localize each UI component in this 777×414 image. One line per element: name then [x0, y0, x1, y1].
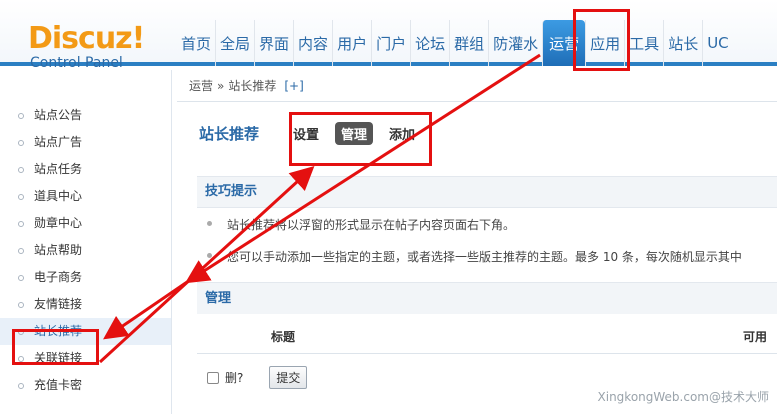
sidebar-item-label: 站点帮助: [34, 243, 83, 257]
tip-text: 站长推荐将以浮窗的形式显示在帖子内容页面右下角。: [227, 218, 516, 232]
bullet-icon: [207, 221, 212, 226]
sidebar-item-ecommerce[interactable]: 电子商务: [0, 264, 171, 291]
header: Discuz! Control Panel 首页 全局 界面 内容 用户 门户 …: [0, 0, 777, 71]
watermark: XingkongWeb.com@技术大师: [597, 390, 769, 404]
sidebar-item-friend-links[interactable]: 友情链接: [0, 291, 171, 318]
nav-item-uc[interactable]: UC: [702, 20, 732, 66]
top-nav: 首页 全局 界面 内容 用户 门户 论坛 群组 防灌水 运营 应用 工具 站长 …: [177, 20, 733, 66]
tips-heading: 技巧提示: [197, 176, 777, 208]
annotation-box-tabs: [289, 112, 432, 166]
sidebar-item-label: 站点广告: [34, 135, 83, 149]
column-header-available: 可用: [743, 330, 768, 344]
bullet-icon: [18, 302, 24, 308]
nav-item-home[interactable]: 首页: [177, 20, 215, 66]
tip-item: 站长推荐将以浮窗的形式显示在帖子内容页面右下角。: [207, 216, 516, 233]
sidebar-item-tasks[interactable]: 站点任务: [0, 156, 171, 183]
breadcrumb: 运营 » 站长推荐 [+]: [177, 70, 777, 102]
table-header: 标题 可用: [197, 318, 777, 354]
nav-item-admin[interactable]: 站长: [663, 20, 702, 66]
breadcrumb-root[interactable]: 运营: [189, 77, 213, 94]
add-shortcut-button[interactable]: [+]: [284, 79, 303, 93]
table-footer: 删? 提交: [207, 366, 308, 389]
admin-screen: Discuz! Control Panel 首页 全局 界面 内容 用户 门户 …: [0, 0, 777, 414]
annotation-box-sidebar: [12, 329, 99, 365]
nav-item-global[interactable]: 全局: [215, 20, 254, 66]
sidebar-item-label: 勋章中心: [34, 216, 83, 230]
bullet-icon: [18, 275, 24, 281]
tip-text: 您可以手动添加一些指定的主题，或者选择一些版主推荐的主题。最多 10 条，每次随…: [227, 250, 742, 264]
sidebar-item-label: 站点公告: [34, 108, 83, 122]
sidebar-item-label: 友情链接: [34, 297, 83, 311]
annotation-box-nav: [573, 9, 630, 71]
bullet-icon: [18, 140, 24, 146]
sidebar-item-label: 站点任务: [34, 162, 83, 176]
sidebar-item-label: 充值卡密: [34, 378, 83, 392]
logo: Discuz! Control Panel: [28, 21, 145, 72]
submit-button[interactable]: 提交: [269, 366, 308, 389]
delete-label: 删?: [225, 371, 244, 385]
tip-item: 您可以手动添加一些指定的主题，或者选择一些版主推荐的主题。最多 10 条，每次随…: [207, 248, 742, 265]
delete-checkbox[interactable]: [207, 371, 219, 384]
sidebar-item-label: 电子商务: [34, 270, 83, 284]
nav-item-users[interactable]: 用户: [332, 20, 371, 66]
manage-heading: 管理: [197, 282, 777, 314]
sidebar-item-recharge-cards[interactable]: 充值卡密: [0, 372, 171, 399]
bullet-icon: [18, 383, 24, 389]
bullet-icon: [207, 253, 212, 258]
bullet-icon: [18, 221, 24, 227]
breadcrumb-separator: »: [217, 78, 225, 93]
nav-item-content[interactable]: 内容: [293, 20, 332, 66]
page-title: 站长推荐: [199, 125, 260, 143]
nav-item-portal[interactable]: 门户: [371, 20, 410, 66]
nav-item-anti-spam[interactable]: 防灌水: [488, 20, 542, 66]
sidebar-item-announcements[interactable]: 站点公告: [0, 102, 171, 129]
nav-item-interface[interactable]: 界面: [254, 20, 293, 66]
nav-item-groups[interactable]: 群组: [449, 20, 488, 66]
column-header-title: 标题: [271, 330, 296, 344]
sidebar-item-props[interactable]: 道具中心: [0, 183, 171, 210]
logo-brand: Discuz!: [28, 21, 145, 56]
sidebar-item-label: 道具中心: [34, 189, 83, 203]
main-content: 运营 » 站长推荐 [+] 站长推荐 设置 管理 添加 技巧提示 站长推荐将以浮…: [177, 70, 777, 414]
bullet-icon: [18, 113, 24, 119]
sidebar-item-ads[interactable]: 站点广告: [0, 129, 171, 156]
sidebar-item-medals[interactable]: 勋章中心: [0, 210, 171, 237]
bullet-icon: [18, 194, 24, 200]
bullet-icon: [18, 167, 24, 173]
nav-item-forum[interactable]: 论坛: [410, 20, 449, 66]
breadcrumb-current: 站长推荐: [228, 79, 277, 93]
bullet-icon: [18, 248, 24, 254]
sidebar-item-help[interactable]: 站点帮助: [0, 237, 171, 264]
nav-item-tools[interactable]: 工具: [624, 20, 663, 66]
